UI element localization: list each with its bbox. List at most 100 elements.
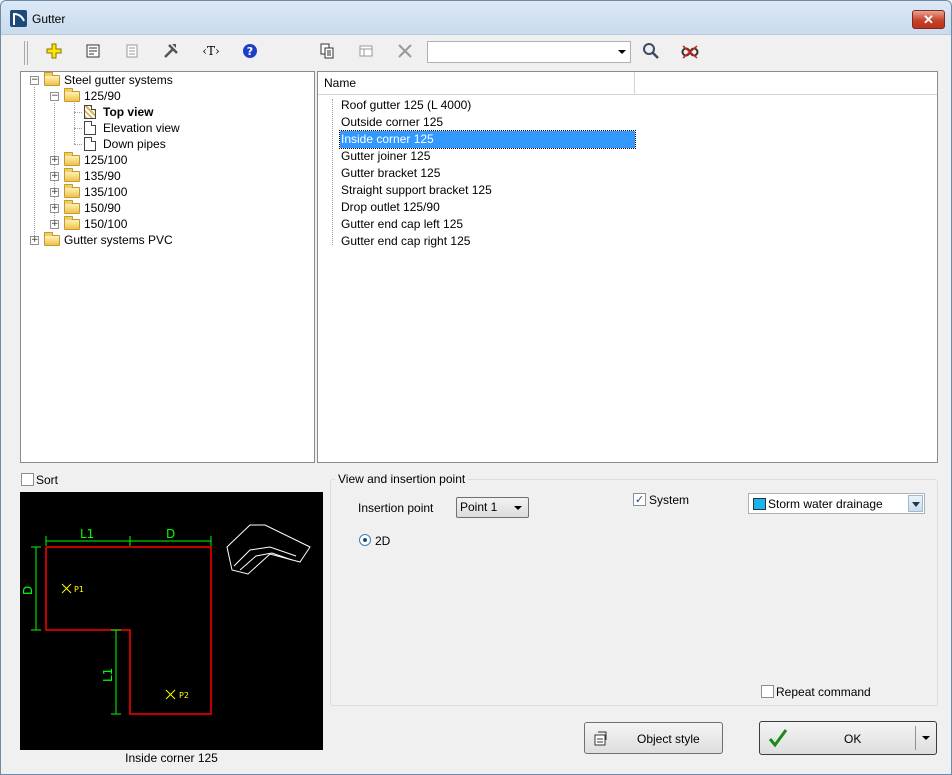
column-header-name[interactable]: Name bbox=[318, 72, 635, 95]
tree-item-elevation-view[interactable]: Elevation view bbox=[21, 120, 311, 136]
tree-item-label: 150/100 bbox=[84, 217, 128, 231]
point-label-p1: P1 bbox=[74, 585, 84, 594]
list-item-selected[interactable]: Inside corner 125 bbox=[339, 130, 636, 149]
list-item[interactable]: Gutter end cap right 125 bbox=[340, 233, 635, 250]
properties-icon[interactable] bbox=[82, 40, 104, 62]
find-icon[interactable] bbox=[679, 40, 701, 62]
title-bar: Gutter ✕ bbox=[1, 1, 951, 35]
delete-icon[interactable] bbox=[394, 40, 416, 62]
folder-icon bbox=[64, 168, 80, 182]
close-button[interactable]: ✕ bbox=[912, 10, 945, 29]
expand-icon[interactable]: + bbox=[50, 172, 59, 181]
folder-icon bbox=[64, 184, 80, 198]
sort-checkbox[interactable] bbox=[21, 473, 34, 486]
list-item[interactable]: Straight support bracket 125 bbox=[340, 182, 635, 199]
object-style-icon bbox=[593, 731, 609, 750]
system-select[interactable]: Storm water drainage bbox=[748, 493, 925, 514]
radio-2d-label: 2D bbox=[375, 534, 391, 548]
list-item[interactable]: Drop outlet 125/90 bbox=[340, 199, 635, 216]
tree-item-down-pipes[interactable]: Down pipes bbox=[21, 136, 311, 152]
tree-item-125-90[interactable]: − 125/90 bbox=[21, 88, 311, 104]
tree-item-steel-gutter-systems[interactable]: − Steel gutter systems bbox=[21, 72, 311, 88]
folder-icon bbox=[64, 88, 80, 102]
category-tree[interactable]: − Steel gutter systems − 125/90 Top view… bbox=[20, 71, 315, 463]
folder-icon bbox=[44, 72, 60, 86]
tree-item-label: Down pipes bbox=[103, 137, 166, 151]
tree-item-135-100[interactable]: + 135/100 bbox=[21, 184, 311, 200]
chevron-down-icon bbox=[514, 506, 522, 510]
expand-icon[interactable]: + bbox=[50, 204, 59, 213]
insertion-point-select[interactable]: Point 1 bbox=[456, 497, 529, 518]
tree-item-gutter-systems-pvc[interactable]: + Gutter systems PVC bbox=[21, 232, 311, 248]
repeat-command-checkbox[interactable] bbox=[761, 685, 774, 698]
toolbar-grip[interactable] bbox=[24, 41, 28, 65]
tree-item-label: Elevation view bbox=[103, 121, 180, 135]
tree-item-150-90[interactable]: + 150/90 bbox=[21, 200, 311, 216]
expand-icon[interactable]: + bbox=[50, 156, 59, 165]
text-icon[interactable]: ‹T› bbox=[198, 40, 224, 62]
system-value: Storm water drainage bbox=[768, 497, 883, 511]
expand-icon[interactable]: + bbox=[50, 220, 59, 229]
tree-item-label: 135/90 bbox=[84, 169, 121, 183]
tools-icon[interactable] bbox=[160, 40, 182, 62]
expand-icon[interactable]: + bbox=[50, 188, 59, 197]
dim-label-l1-top: L1 bbox=[80, 527, 94, 541]
expand-icon[interactable]: + bbox=[30, 236, 39, 245]
search-icon[interactable] bbox=[640, 40, 662, 62]
copy-icon[interactable] bbox=[316, 40, 338, 62]
drawing-icon bbox=[84, 105, 96, 119]
element-list[interactable]: Name Roof gutter 125 (L 4000) Outside co… bbox=[317, 71, 938, 463]
table-icon[interactable] bbox=[355, 40, 377, 62]
list-item[interactable]: Roof gutter 125 (L 4000) bbox=[340, 97, 635, 114]
tree-item-label: Steel gutter systems bbox=[64, 73, 173, 87]
list-icon[interactable] bbox=[121, 40, 143, 62]
collapse-icon[interactable]: − bbox=[30, 76, 39, 85]
tree-item-125-100[interactable]: + 125/100 bbox=[21, 152, 311, 168]
search-combo[interactable] bbox=[427, 41, 631, 63]
gutter-corner-sketch bbox=[226, 524, 311, 575]
search-input[interactable] bbox=[431, 43, 611, 61]
folder-icon bbox=[64, 152, 80, 166]
tree-item-135-90[interactable]: + 135/90 bbox=[21, 168, 311, 184]
system-checkbox[interactable]: ✓ bbox=[633, 493, 646, 506]
repeat-command-label: Repeat command bbox=[776, 685, 871, 699]
list-header: Name bbox=[318, 72, 937, 95]
chevron-down-icon[interactable] bbox=[618, 50, 626, 54]
system-color-swatch bbox=[753, 498, 766, 510]
collapse-icon[interactable]: − bbox=[50, 92, 59, 101]
tree-item-label: 135/100 bbox=[84, 185, 128, 199]
folder-icon bbox=[44, 232, 60, 246]
add-icon[interactable] bbox=[43, 40, 65, 62]
help-icon[interactable]: ? bbox=[239, 40, 261, 62]
insertion-point-value: Point 1 bbox=[460, 500, 498, 514]
app-icon bbox=[10, 10, 27, 27]
tree-item-label: 150/90 bbox=[84, 201, 121, 215]
dim-label-d-left: D bbox=[21, 586, 35, 595]
tree-item-label: 125/100 bbox=[84, 153, 128, 167]
list-item[interactable]: Gutter joiner 125 bbox=[340, 148, 635, 165]
group-title: View and insertion point bbox=[335, 472, 469, 486]
gutter-dialog: Gutter ✕ ‹T› ? − Steel gutter systems − … bbox=[0, 0, 952, 775]
chevron-down-icon[interactable] bbox=[908, 495, 923, 512]
sort-label: Sort bbox=[36, 473, 59, 487]
preview-outline bbox=[45, 546, 212, 715]
system-label: System bbox=[649, 493, 690, 507]
list-item[interactable]: Gutter bracket 125 bbox=[340, 165, 635, 182]
preview-dimensions bbox=[31, 536, 212, 715]
list-connector bbox=[332, 99, 333, 245]
chevron-down-icon[interactable] bbox=[922, 736, 930, 740]
ok-button[interactable]: OK bbox=[759, 721, 937, 755]
radio-2d[interactable] bbox=[359, 534, 371, 546]
folder-icon bbox=[64, 200, 80, 214]
list-item[interactable]: Outside corner 125 bbox=[340, 114, 635, 131]
preview-canvas: L1 D D L1 P1 P2 bbox=[20, 492, 323, 750]
text-icon-label: ‹T› bbox=[202, 44, 220, 58]
window-title: Gutter bbox=[32, 12, 66, 26]
list-item[interactable]: Gutter end cap left 125 bbox=[340, 216, 635, 233]
drawing-icon bbox=[84, 137, 96, 151]
object-style-button[interactable]: Object style bbox=[584, 722, 723, 754]
tree-item-150-100[interactable]: + 150/100 bbox=[21, 216, 311, 232]
dim-label-d-top: D bbox=[166, 527, 175, 541]
close-icon: ✕ bbox=[923, 12, 934, 27]
tree-item-top-view[interactable]: Top view bbox=[21, 104, 311, 120]
